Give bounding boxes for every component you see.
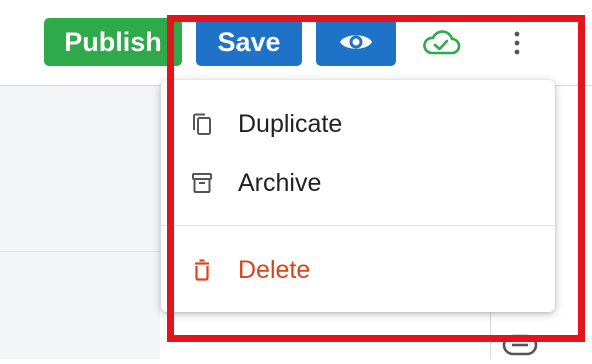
menu-item-label: Duplicate — [238, 109, 343, 138]
editor-toolbar: Publish Save — [0, 0, 592, 86]
more-options-button[interactable] — [500, 24, 534, 62]
publish-button[interactable]: Publish — [44, 18, 182, 66]
link-icon — [500, 330, 540, 359]
more-options-menu: Duplicate Archive Delete — [161, 80, 555, 312]
panel-divider — [0, 251, 160, 252]
background-panel — [0, 86, 160, 359]
cloud-check-icon — [423, 30, 461, 55]
menu-divider — [161, 225, 555, 226]
menu-item-label: Delete — [238, 255, 311, 284]
copy-icon — [193, 113, 211, 135]
archive-icon — [192, 173, 212, 193]
eye-icon — [340, 35, 372, 49]
save-button[interactable]: Save — [196, 18, 302, 66]
menu-item-duplicate[interactable]: Duplicate — [161, 96, 555, 152]
menu-item-archive[interactable]: Archive — [161, 155, 555, 211]
menu-item-delete[interactable]: Delete — [161, 242, 555, 298]
preview-button[interactable] — [316, 18, 396, 66]
trash-icon — [195, 259, 209, 281]
more-vertical-icon — [514, 31, 520, 55]
cloud-sync-status-button[interactable] — [418, 24, 464, 62]
menu-item-label: Archive — [238, 168, 322, 197]
